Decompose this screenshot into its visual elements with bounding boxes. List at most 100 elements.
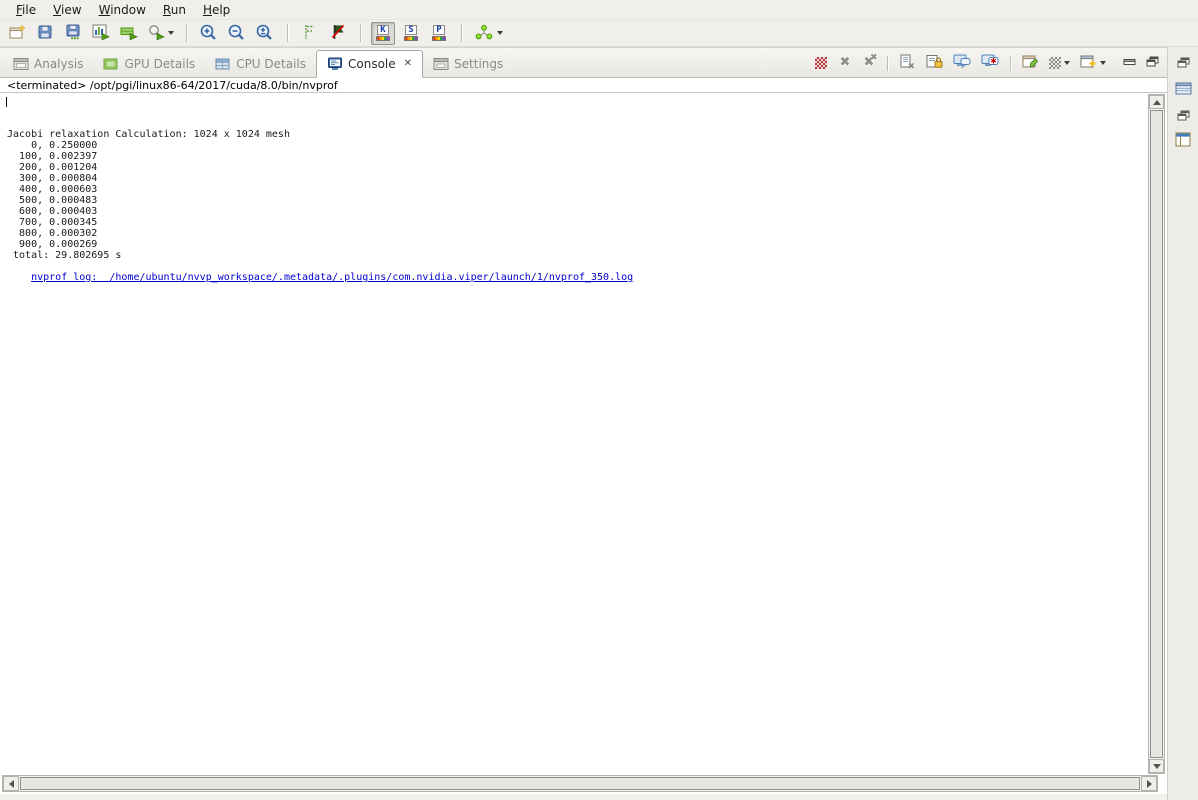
tab-label: Analysis xyxy=(34,57,83,71)
chevron-down-icon xyxy=(497,31,503,35)
process-view-button[interactable]: P xyxy=(427,22,451,45)
console-line: 200, 0.001204 xyxy=(7,162,1147,173)
scroll-right-button[interactable] xyxy=(1141,776,1157,791)
minimize-view-button[interactable] xyxy=(1122,53,1136,69)
tab-console[interactable]: Console ✕ xyxy=(316,50,423,78)
console-view: <terminated> /opt/pgi/linux86-64/2017/cu… xyxy=(0,78,1167,794)
console-line: total: 29.802695 s xyxy=(7,250,1147,261)
horizontal-scroll-thumb[interactable] xyxy=(20,777,1140,790)
analysis-tree-button[interactable] xyxy=(472,22,505,45)
save-all-button[interactable] xyxy=(61,22,85,45)
zoom-fit-icon xyxy=(255,23,275,44)
minimize-view-icon xyxy=(1123,52,1136,71)
triangle-left-icon xyxy=(9,780,14,788)
display-selected-console-icon xyxy=(1049,57,1061,69)
timeline-chart-run-icon xyxy=(92,24,110,43)
tab-settings[interactable]: Settings xyxy=(423,51,513,77)
triangle-down-icon xyxy=(1153,764,1161,769)
console-output[interactable]: Jacobi relaxation Calculation: 1024 x 10… xyxy=(0,94,1147,774)
rainbow-strip xyxy=(432,36,446,41)
horizontal-scrollbar[interactable] xyxy=(2,775,1158,792)
show-stderr-console-button[interactable]: ✱ xyxy=(981,55,999,71)
settings-icon xyxy=(433,57,449,71)
pin-console-button[interactable] xyxy=(1022,55,1039,71)
main-toolbar: K S P xyxy=(0,20,1198,47)
toolbar-separator xyxy=(360,24,361,42)
tree-hierarchy-icon xyxy=(474,24,494,43)
clear-console-button[interactable] xyxy=(899,55,916,71)
flag-clear-icon xyxy=(330,24,346,43)
text-cursor xyxy=(6,97,7,107)
triangle-up-icon xyxy=(1153,100,1161,105)
menu-file[interactable]: File xyxy=(8,1,45,19)
save-icon xyxy=(37,24,53,43)
run-segment-button[interactable] xyxy=(117,22,141,45)
scroll-lock-icon xyxy=(926,54,943,73)
chevron-down-icon xyxy=(168,31,174,35)
menu-run[interactable]: Run xyxy=(155,1,195,19)
zoom-in-icon xyxy=(199,23,219,44)
vertical-scrollbar[interactable] xyxy=(1148,94,1165,774)
scroll-lock-button[interactable] xyxy=(926,55,943,71)
console-icon xyxy=(327,57,343,71)
process-view-icon: P xyxy=(432,25,446,41)
display-selected-console-button[interactable] xyxy=(1049,55,1070,71)
scroll-left-button[interactable] xyxy=(3,776,19,791)
nvprof-log-link[interactable]: nvprof log: /home/ubuntu/nvvp_workspace/… xyxy=(31,272,633,283)
tab-cpu-details[interactable]: CPU Details xyxy=(205,51,316,77)
pin-console-icon xyxy=(1022,54,1039,73)
console-line: 300, 0.000804 xyxy=(7,173,1147,184)
zoom-fit-button[interactable] xyxy=(253,22,277,45)
panel-view-button[interactable] xyxy=(1173,132,1193,150)
close-icon[interactable]: ✕ xyxy=(404,59,412,69)
scroll-down-button[interactable] xyxy=(1149,759,1164,773)
tab-label: GPU Details xyxy=(124,57,195,71)
maximize-view-button[interactable] xyxy=(1145,53,1159,69)
remove-all-terminated-button[interactable]: ✖✖ xyxy=(862,55,876,71)
vertical-scroll-thumb[interactable] xyxy=(1150,110,1163,758)
tab-gpu-details[interactable]: GPU Details xyxy=(93,51,205,77)
view-tab-bar: Analysis GPU Details CPU Details Console… xyxy=(0,47,1167,78)
toolbar-separator xyxy=(1010,56,1011,71)
restore-view-button[interactable] xyxy=(1173,106,1193,124)
profile-run-icon xyxy=(147,24,165,43)
menu-view[interactable]: View xyxy=(45,1,90,19)
process-view-letter: P xyxy=(433,25,445,35)
show-stdout-console-button[interactable] xyxy=(953,55,971,71)
remove-launch-button[interactable]: ✖ xyxy=(838,55,852,71)
console-lines: Jacobi relaxation Calculation: 1024 x 10… xyxy=(7,129,1147,261)
generate-timeline-button[interactable] xyxy=(89,22,113,45)
table-view-button[interactable] xyxy=(1173,80,1193,98)
tab-label: Settings xyxy=(454,57,503,71)
triangle-right-icon xyxy=(1147,780,1152,788)
maximize-view-icon xyxy=(1146,52,1159,71)
profile-application-button[interactable] xyxy=(145,22,176,45)
restore-view-button[interactable] xyxy=(1173,53,1193,71)
console-line: 900, 0.000269 xyxy=(7,239,1147,250)
clear-marks-button[interactable] xyxy=(326,22,350,45)
console-line: Jacobi relaxation Calculation: 1024 x 10… xyxy=(7,129,1147,140)
console-line: 0, 0.250000 xyxy=(7,140,1147,151)
menu-help[interactable]: Help xyxy=(195,1,239,19)
terminate-button[interactable] xyxy=(814,55,828,71)
console-line: 600, 0.000403 xyxy=(7,206,1147,217)
restore-view-icon xyxy=(1177,53,1190,72)
menu-window[interactable]: Window xyxy=(91,1,155,19)
stream-view-button[interactable]: S xyxy=(399,22,423,45)
zoom-in-button[interactable] xyxy=(197,22,221,45)
scroll-up-button[interactable] xyxy=(1149,95,1164,109)
tab-analysis[interactable]: Analysis xyxy=(3,51,93,77)
new-session-button[interactable] xyxy=(5,22,29,45)
gpu-details-icon xyxy=(103,57,119,71)
open-console-button[interactable] xyxy=(1080,55,1106,71)
mark-timeline-button[interactable] xyxy=(298,22,322,45)
minimized-views-strip xyxy=(1167,47,1198,800)
segment-run-icon xyxy=(120,24,138,43)
rainbow-strip xyxy=(376,36,390,41)
remove-launch-icon: ✖ xyxy=(840,57,851,69)
zoom-out-button[interactable] xyxy=(225,22,249,45)
save-button[interactable] xyxy=(33,22,57,45)
analysis-icon xyxy=(13,57,29,71)
menu-bar: File View Window Run Help xyxy=(0,0,1198,20)
kernel-view-button[interactable]: K xyxy=(371,22,395,45)
